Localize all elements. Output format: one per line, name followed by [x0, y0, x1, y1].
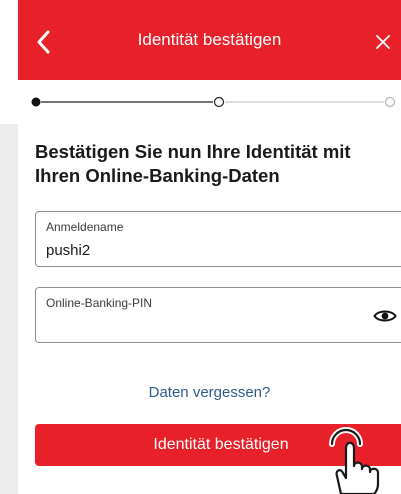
pin-field[interactable]: Online-Banking-PIN [35, 287, 401, 343]
username-value[interactable]: pushi2 [46, 242, 90, 259]
step-1-dot [31, 97, 41, 107]
step-2-dot [213, 96, 225, 108]
step-3-dot [384, 96, 396, 108]
identity-screen: Identität bestätigen Bestätigen Sie nun … [18, 0, 401, 494]
pin-label: Online-Banking-PIN [46, 296, 153, 310]
close-icon [376, 35, 390, 49]
progress-stepper [31, 96, 396, 108]
pin-input[interactable] [44, 314, 348, 338]
eye-icon [373, 310, 397, 322]
username-label: Anmeldename [46, 220, 124, 234]
instruction-heading: Bestätigen Sie nun Ihre Identität mit Ih… [35, 141, 351, 186]
username-field[interactable]: Anmeldename pushi2 [35, 211, 401, 267]
background-panel [0, 124, 18, 494]
forgot-credentials-link[interactable]: Daten vergessen? [18, 384, 401, 401]
close-button[interactable] [365, 24, 401, 60]
show-pin-toggle[interactable] [372, 304, 398, 328]
confirm-identity-button[interactable]: Identität bestätigen [35, 424, 401, 466]
page-title: Identität bestätigen [137, 30, 282, 49]
header-bar: Identität bestätigen [18, 0, 401, 80]
